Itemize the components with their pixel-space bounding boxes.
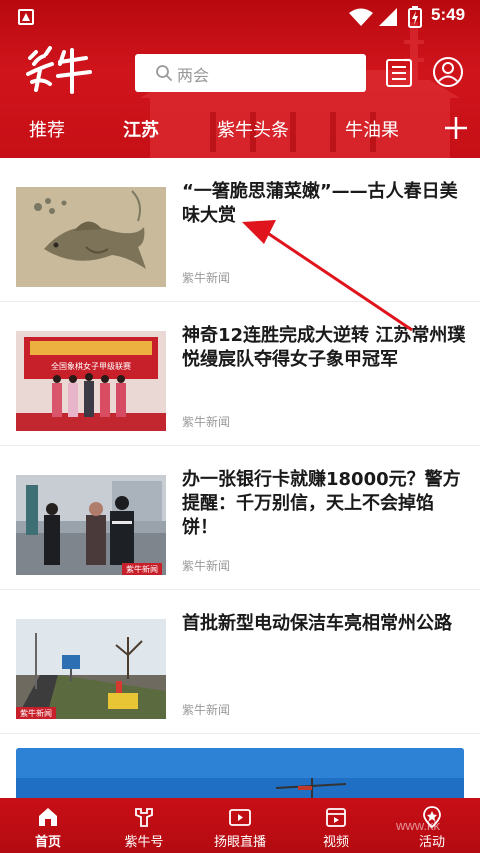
nav-label: 视频 xyxy=(322,835,349,850)
nav-label: 首页 xyxy=(34,835,61,850)
tab-ziniu-headline[interactable]: 紫牛头条 xyxy=(217,116,289,142)
news-source: 紫牛新闻 xyxy=(182,703,231,717)
tab-niuyouguo[interactable]: 牛油果 xyxy=(345,116,399,142)
news-title[interactable]: 神奇12连胜完成大逆转 江苏常州璞悦缦宸队夺得女子象甲冠军 xyxy=(182,324,466,372)
search-icon xyxy=(156,65,172,81)
status-bar: 5:49 xyxy=(0,0,480,34)
status-time: 5:49 xyxy=(431,5,466,24)
video-icon xyxy=(326,808,346,827)
nav-video[interactable]: 视频 xyxy=(288,798,384,853)
app-notification-icon xyxy=(18,9,34,25)
news-item[interactable]: 全国象棋女子甲级联赛 神奇12连胜完成大逆转 江苏常州璞悦缦宸队夺得女子象甲冠军… xyxy=(0,302,480,446)
thumb-banner-caption: 全国象棋女子甲级联赛 xyxy=(51,361,131,371)
news-thumbnail-painting xyxy=(16,187,166,287)
news-thumbnail-police: 紫牛新闻 xyxy=(16,475,166,575)
news-item[interactable]: 紫牛新闻 办一张银行卡就赚18000元？警方提醒：千万别信，天上不会掉馅饼！ 紫… xyxy=(0,446,480,590)
search-bar[interactable]: 两会 xyxy=(135,54,366,92)
ziniu-hao-icon xyxy=(135,808,153,827)
news-item[interactable]: “一箸脆思蒲菜嫩”——古人春日美味大赏 紫牛新闻 xyxy=(0,158,480,302)
channel-tabs: 推荐 江苏 紫牛头条 牛油果 xyxy=(0,110,480,150)
watermark: www.kk xyxy=(396,818,441,833)
app-header: 5:49 两会 推荐 江苏 紫牛头条 牛油果 xyxy=(0,0,480,158)
thumb-badge: 紫牛新闻 xyxy=(20,708,52,718)
signal-icon xyxy=(379,8,397,26)
nav-home[interactable]: 首页 xyxy=(0,798,96,853)
news-title[interactable]: 首批新型电动保洁车亮相常州公路 xyxy=(182,612,466,636)
thumb-badge: 紫牛新闻 xyxy=(126,564,158,574)
tab-jiangsu[interactable]: 江苏 xyxy=(123,116,159,142)
news-thumbnail-award-ceremony: 全国象棋女子甲级联赛 xyxy=(16,331,166,431)
news-item[interactable]: 紫牛新闻 首批新型电动保洁车亮相常州公路 紫牛新闻 xyxy=(0,590,480,734)
nav-label: 扬眼直播 xyxy=(213,835,266,850)
home-icon xyxy=(39,808,57,826)
nav-label: 紫牛号 xyxy=(124,835,164,850)
nav-label: 活动 xyxy=(418,835,445,850)
user-profile-icon[interactable] xyxy=(432,56,464,88)
newspaper-icon[interactable] xyxy=(384,57,416,89)
battery-icon xyxy=(408,6,422,28)
news-title[interactable]: 办一张银行卡就赚18000元？警方提醒：千万别信，天上不会掉馅饼！ xyxy=(182,468,466,540)
news-source: 紫牛新闻 xyxy=(182,415,231,429)
nav-live[interactable]: 扬眼直播 xyxy=(192,798,288,853)
search-placeholder: 两会 xyxy=(177,66,210,85)
news-source: 紫牛新闻 xyxy=(182,271,231,285)
news-title[interactable]: “一箸脆思蒲菜嫩”——古人春日美味大赏 xyxy=(182,180,466,228)
nav-ziniu-hao[interactable]: 紫牛号 xyxy=(96,798,192,853)
news-source: 紫牛新闻 xyxy=(182,559,231,573)
news-thumbnail-road: 紫牛新闻 xyxy=(16,619,166,719)
ziniu-logo xyxy=(24,44,94,100)
wifi-icon xyxy=(349,8,373,26)
live-icon xyxy=(229,809,251,826)
tab-recommend[interactable]: 推荐 xyxy=(29,116,65,142)
plus-icon[interactable] xyxy=(443,115,469,141)
